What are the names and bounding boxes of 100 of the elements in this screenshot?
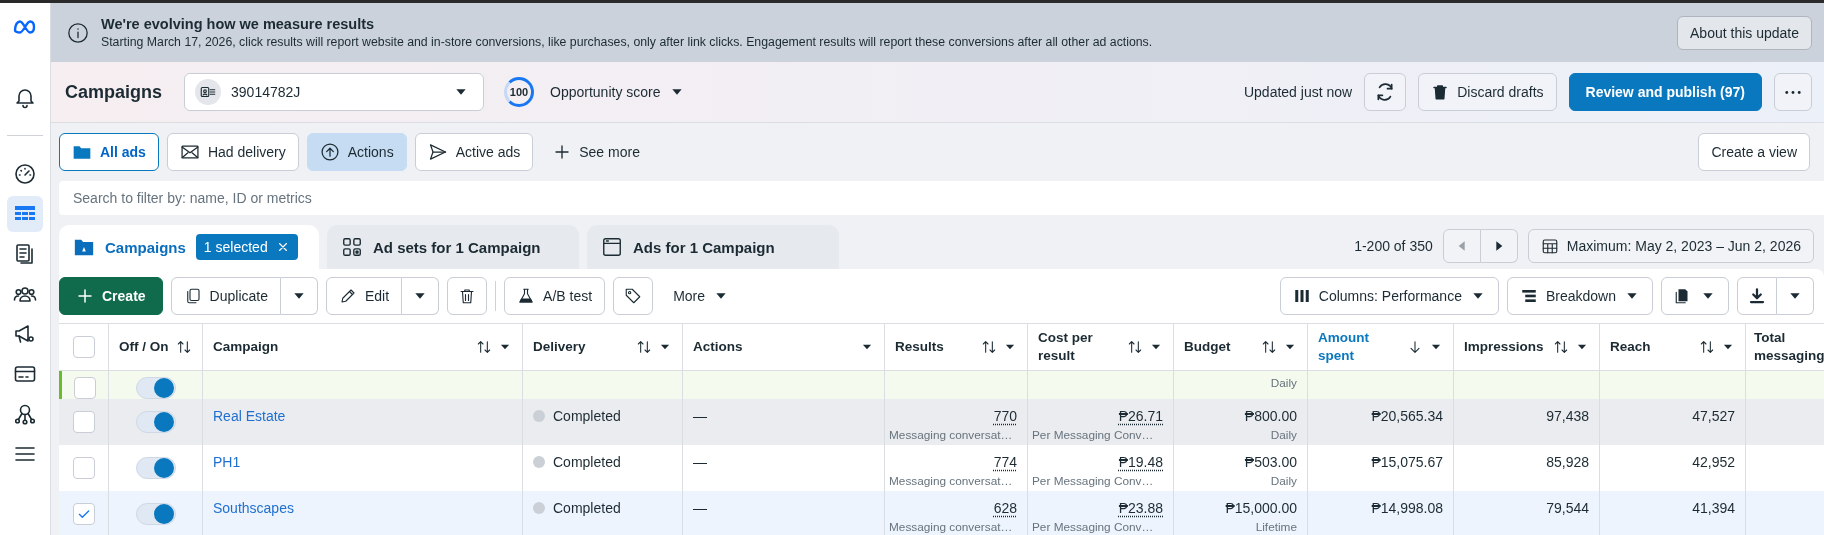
plus-icon xyxy=(76,287,94,305)
filter-button[interactable]: Actions xyxy=(306,133,407,171)
checkbox[interactable] xyxy=(72,336,95,358)
column-header[interactable]: Cost per result xyxy=(1038,329,1121,365)
score-badge: 100 xyxy=(504,77,535,107)
campaign-link[interactable]: PH1 xyxy=(213,454,241,470)
table-cell: 41,394 xyxy=(1692,500,1735,516)
delivery-status: Completed xyxy=(553,408,621,424)
budget-period: Daily xyxy=(1269,428,1297,442)
update-status: Updated just now xyxy=(1243,84,1353,100)
tab-label[interactable]: Ad sets for 1 Campaign xyxy=(373,238,541,256)
duplicate-button[interactable]: Duplicate xyxy=(170,277,281,315)
checkbox[interactable] xyxy=(74,376,96,399)
send-icon xyxy=(427,142,448,162)
result-value: 770 xyxy=(993,408,1017,424)
ab-test-button[interactable]: A/B test xyxy=(504,277,606,315)
table-row[interactable]: Daily xyxy=(59,371,1824,399)
column-header[interactable]: Results xyxy=(895,338,975,356)
table-cell: 47,527 xyxy=(1692,408,1735,424)
filter-button[interactable]: Active ads xyxy=(414,133,534,171)
create-view-button[interactable]: Create a view xyxy=(1698,133,1810,171)
banner-title: We're evolving how we measure results xyxy=(101,16,376,32)
result-value: 774 xyxy=(993,454,1017,470)
info-icon xyxy=(67,21,89,44)
budget-period: Daily xyxy=(1269,474,1297,488)
column-header[interactable]: Campaign xyxy=(213,338,470,356)
discard-drafts-button[interactable]: Discard drafts xyxy=(1418,73,1557,111)
cost-value: ₱19.48 xyxy=(1118,454,1163,470)
next-page-button[interactable] xyxy=(1480,229,1518,263)
table-cell: — xyxy=(693,408,707,424)
tab[interactable]: Campaigns 1 selected xyxy=(59,225,319,269)
more-dropdown-button[interactable]: More xyxy=(661,277,742,315)
about-update-button[interactable]: About this update xyxy=(1677,15,1812,50)
checkbox[interactable] xyxy=(72,457,95,479)
toggle-switch[interactable] xyxy=(135,411,176,433)
delete-button[interactable] xyxy=(447,277,488,315)
table-cell: 42,952 xyxy=(1692,454,1735,470)
cost-value: ₱23.88 xyxy=(1118,500,1163,516)
tag-button[interactable] xyxy=(613,277,654,315)
tab-label[interactable]: Campaigns xyxy=(105,238,186,256)
date-range-button[interactable]: Maximum: May 2, 2023 – Jun 2, 2026 xyxy=(1527,229,1814,263)
cost-value: ₱26.71 xyxy=(1118,408,1163,424)
cost-type: Per Messaging Conv… xyxy=(1032,520,1155,534)
result-value: 628 xyxy=(993,500,1017,516)
edit-button[interactable]: Edit xyxy=(325,277,403,315)
column-header[interactable]: Amount spent xyxy=(1318,329,1401,365)
checkbox[interactable] xyxy=(72,503,95,525)
tab-label[interactable]: Ads for 1 Campaign xyxy=(633,238,775,256)
opportunity-score-button[interactable]: Opportunity score xyxy=(546,73,689,111)
refresh-icon xyxy=(1375,82,1396,102)
table-cell: ₱20,565.34 xyxy=(1371,408,1443,424)
table-cell: 79,544 xyxy=(1546,500,1589,516)
account-dropdown[interactable]: 39014782J xyxy=(184,73,485,111)
table-cell: ₱14,998.08 xyxy=(1371,500,1443,516)
table-cell: ₱15,075.67 xyxy=(1371,454,1443,470)
reports-button[interactable] xyxy=(1661,277,1729,315)
campaign-link[interactable]: Real Estate xyxy=(213,408,286,424)
column-header[interactable]: Reach xyxy=(1610,338,1693,356)
filter-button[interactable]: All ads xyxy=(59,133,159,171)
pencil-icon xyxy=(338,287,357,305)
breakdown-button[interactable]: Breakdown xyxy=(1506,277,1653,315)
window-icon xyxy=(601,236,623,258)
column-header[interactable]: Off / On xyxy=(119,338,170,356)
result-type: Messaging conversat… xyxy=(889,520,1014,534)
export-button[interactable] xyxy=(1737,277,1777,315)
columns-icon xyxy=(1292,287,1311,305)
table-row[interactable]: Real Estate Completed — 770 Messaging conversat… ₱26.71 Per Messaging Conv… ₱800.00 Daily ₱20,565.34 97,438 47,527 xyxy=(59,399,1824,445)
breakdown-icon xyxy=(1519,287,1538,305)
banner-text: Starting March 17, 2026, click results will report website and in-store conversions, like purchases, only after link clicks. Engagement results will report these conversions after all other ad actions. xyxy=(101,35,1153,49)
refresh-button[interactable] xyxy=(1364,73,1407,111)
see-more-button[interactable]: See more xyxy=(541,133,652,171)
trash-icon xyxy=(1431,83,1450,101)
campaign-link[interactable]: Southscapes xyxy=(213,500,294,516)
result-type: Messaging conversat… xyxy=(889,474,1014,488)
delivery-status: Completed xyxy=(553,500,621,516)
selection-badge[interactable]: 1 selected xyxy=(195,234,298,260)
plus-icon xyxy=(553,143,572,161)
result-type: Messaging conversat… xyxy=(889,428,1014,442)
tab[interactable]: Ad sets for 1 Campaign xyxy=(327,225,579,269)
column-header[interactable]: Budget xyxy=(1184,338,1255,356)
page-range: 1-200 of 350 xyxy=(1354,238,1433,254)
tab[interactable]: Ads for 1 Campaign xyxy=(587,225,839,269)
table-row[interactable]: Southscapes Completed — 628 Messaging conversat… ₱23.88 Per Messaging Conv… ₱15,000.00 Lifetime ₱14,998.08 79,544 41,394 xyxy=(59,491,1824,535)
column-header[interactable]: Delivery xyxy=(533,338,630,356)
delivery-status: Completed xyxy=(553,454,621,470)
toggle-switch[interactable] xyxy=(135,376,176,399)
column-header[interactable]: Actions xyxy=(693,338,854,356)
publish-button[interactable]: Review and publish (97) xyxy=(1568,73,1762,111)
columns-button[interactable]: Columns: Performance xyxy=(1279,277,1499,315)
column-header[interactable]: Impressions xyxy=(1464,338,1547,356)
create-button[interactable]: Create xyxy=(59,277,163,315)
checkbox[interactable] xyxy=(72,411,95,433)
toggle-switch[interactable] xyxy=(135,457,176,479)
table-cell: 97,438 xyxy=(1546,408,1589,424)
toggle-switch[interactable] xyxy=(135,503,176,525)
megaphone-icon xyxy=(13,322,37,346)
grid-icon xyxy=(341,236,363,258)
column-header[interactable]: Total messaging xyxy=(1754,329,1824,365)
filter-button[interactable]: Had delivery xyxy=(166,133,299,171)
search-field[interactable]: Search to filter by: name, ID or metrics xyxy=(59,181,1824,215)
